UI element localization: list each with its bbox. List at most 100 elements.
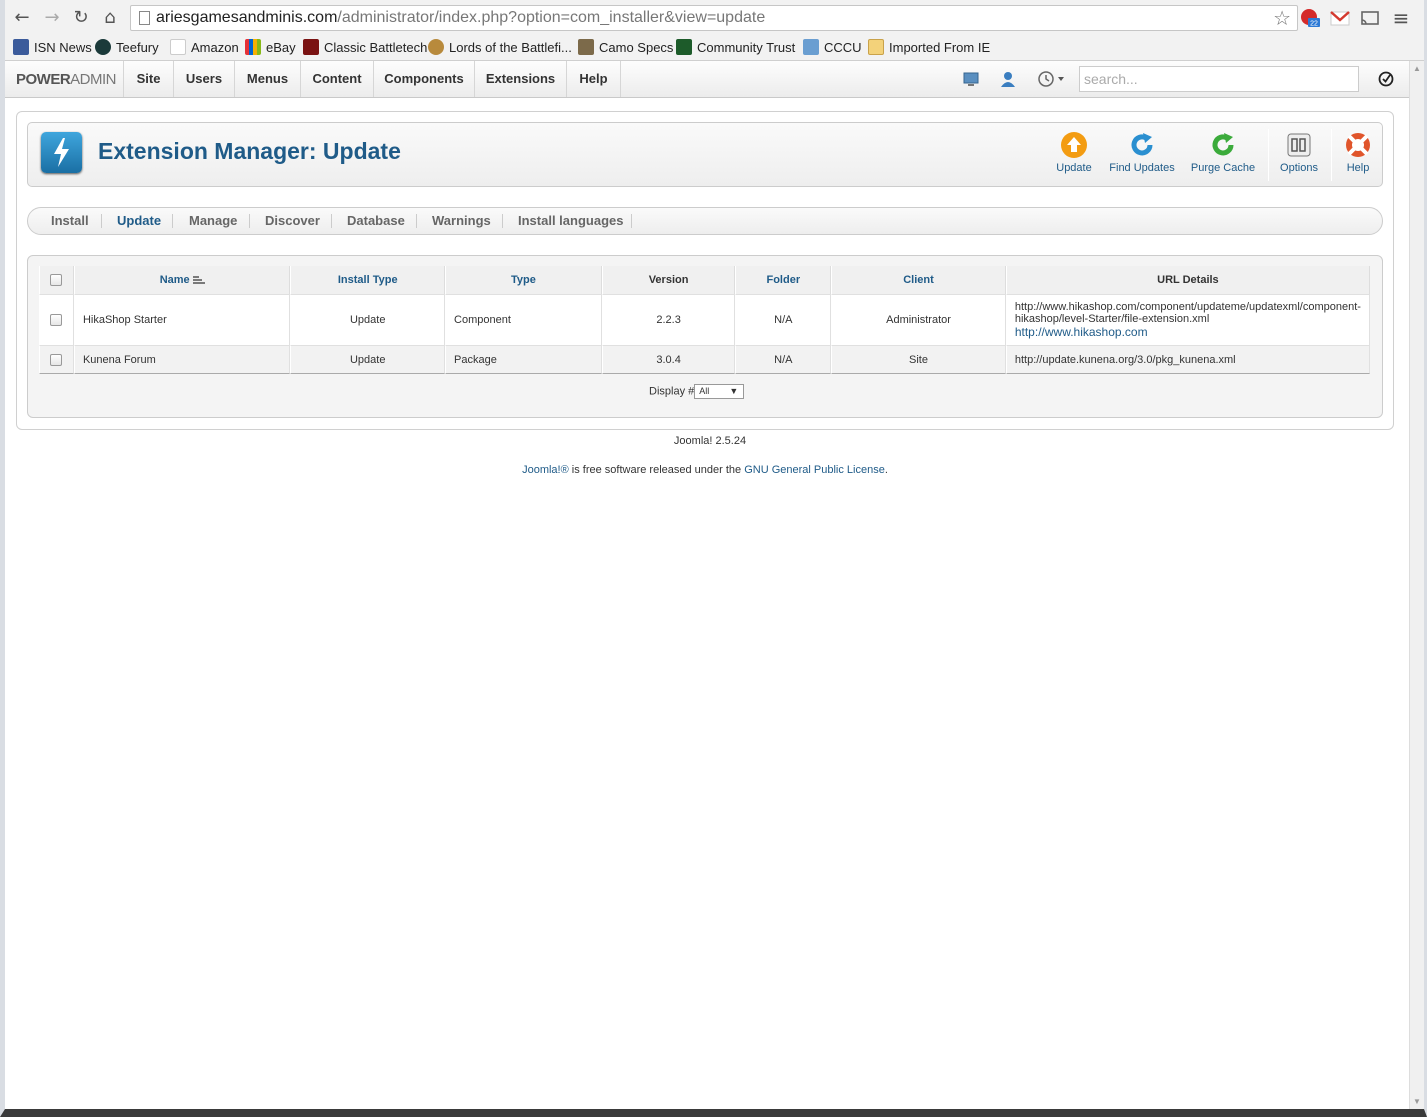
bookmark-star-icon[interactable]: ☆ xyxy=(1273,6,1291,30)
home-icon[interactable]: ⌂ xyxy=(99,7,121,29)
bookmark-ebay[interactable]: eBay xyxy=(245,38,296,58)
url-details: http://update.kunena.org/3.0/pkg_kunena.… xyxy=(1005,345,1370,374)
extension-type: Component xyxy=(445,294,602,345)
bookmark-lords-of-the-battlefield[interactable]: Lords of the Battlefi... xyxy=(428,38,572,58)
logout-power-icon[interactable] xyxy=(1377,70,1395,88)
forward-icon[interactable]: → xyxy=(41,7,63,29)
joomla-link[interactable]: Joomla!® xyxy=(522,464,569,476)
browser-menu-icon[interactable]: ≡ xyxy=(1390,7,1412,29)
history-clock-icon[interactable] xyxy=(1037,70,1067,88)
menu-content[interactable]: Content xyxy=(300,61,373,97)
extension-badge-icon[interactable]: 22 xyxy=(1300,8,1320,28)
help-button[interactable]: Help xyxy=(1340,131,1376,181)
menu-menus[interactable]: Menus xyxy=(234,61,300,97)
column-header-version[interactable]: Version xyxy=(601,266,736,294)
row-select-cell xyxy=(39,294,74,345)
brand-bold: POWER xyxy=(16,71,71,88)
display-label: Display # xyxy=(649,385,695,398)
bookmark-isn-news[interactable]: ISN News xyxy=(13,38,92,58)
update-arrow-icon xyxy=(1061,132,1087,158)
updates-table: Name Install Type Type Version Folder Cl… xyxy=(39,266,1370,374)
vertical-scrollbar[interactable]: ▲ ▼ xyxy=(1409,61,1424,1109)
update-button[interactable]: Update xyxy=(1051,131,1097,181)
column-header-client[interactable]: Client xyxy=(831,266,1006,294)
amazon-icon xyxy=(170,39,186,55)
bookmark-amazon[interactable]: Amazon xyxy=(170,38,239,58)
column-header-name[interactable]: Name xyxy=(73,266,291,294)
browser-toolbar: ← → ↻ ⌂ ariesgamesandminis.com/administr… xyxy=(5,0,1424,36)
client: Site xyxy=(831,345,1006,374)
bookmarks-bar: ISN News Teefury Amazon eBay Classic Bat… xyxy=(5,36,1424,61)
pagination-limit: Display # All ▼ xyxy=(649,384,745,399)
license-link[interactable]: GNU General Public License xyxy=(744,464,885,476)
user-icon[interactable] xyxy=(999,70,1017,88)
options-button[interactable]: Options xyxy=(1276,131,1322,181)
find-updates-button[interactable]: Find Updates xyxy=(1106,131,1178,181)
scroll-down-icon[interactable]: ▼ xyxy=(1413,1097,1421,1106)
info-url-link[interactable]: http://www.hikashop.com xyxy=(1015,325,1361,339)
tab-install[interactable]: Install xyxy=(51,208,89,234)
bookmark-cccu[interactable]: CCCU xyxy=(803,38,862,58)
search-input[interactable] xyxy=(1079,66,1359,92)
menu-site[interactable]: Site xyxy=(123,61,173,97)
bookmark-community-trust[interactable]: Community Trust xyxy=(676,38,795,58)
monitor-icon[interactable] xyxy=(962,70,980,88)
copyright-end: . xyxy=(884,464,888,476)
brand-light: ADMIN xyxy=(70,71,117,88)
install-type: Update xyxy=(290,345,446,374)
tab-update[interactable]: Update xyxy=(117,208,161,234)
reload-icon[interactable]: ↻ xyxy=(70,7,92,29)
menu-help[interactable]: Help xyxy=(566,61,621,97)
tab-warnings[interactable]: Warnings xyxy=(432,208,491,234)
client: Administrator xyxy=(831,294,1006,345)
scroll-up-icon[interactable]: ▲ xyxy=(1413,64,1421,73)
tab-install-languages[interactable]: Install languages xyxy=(518,208,623,234)
back-icon[interactable]: ← xyxy=(11,7,33,29)
bookmark-classic-battletech[interactable]: Classic Battletech xyxy=(303,38,427,58)
purge-cache-button[interactable]: Purge Cache xyxy=(1188,131,1258,181)
gmail-icon[interactable] xyxy=(1330,8,1350,28)
display-limit-value: All xyxy=(699,386,710,396)
bookmark-imported-from-ie[interactable]: Imported From IE xyxy=(868,38,990,58)
extension-manager-icon xyxy=(41,132,82,173)
column-header-install-type[interactable]: Install Type xyxy=(290,266,446,294)
tab-discover[interactable]: Discover xyxy=(265,208,320,234)
page-icon xyxy=(139,11,150,25)
menu-components[interactable]: Components xyxy=(373,61,474,97)
cccu-icon xyxy=(803,39,819,55)
chevron-down-icon: ▼ xyxy=(729,386,739,396)
tab-database[interactable]: Database xyxy=(347,208,405,234)
bookmark-label: eBay xyxy=(266,40,296,55)
column-header-folder[interactable]: Folder xyxy=(735,266,832,294)
menu-users[interactable]: Users xyxy=(173,61,234,97)
brand-logo: POWERADMIN xyxy=(16,71,117,88)
toolbar-separator xyxy=(1268,129,1269,181)
extension-name: HikaShop Starter xyxy=(73,294,291,345)
page-header: Extension Manager: Update Update Find Up… xyxy=(27,122,1383,187)
cast-icon[interactable] xyxy=(1360,8,1380,28)
row-checkbox[interactable] xyxy=(50,353,63,366)
isn-icon xyxy=(13,39,29,55)
display-limit-select[interactable]: All ▼ xyxy=(694,384,745,399)
address-bar[interactable]: ariesgamesandminis.com/administrator/ind… xyxy=(130,5,1298,31)
bookmark-teefury[interactable]: Teefury xyxy=(95,38,159,58)
menu-extensions[interactable]: Extensions xyxy=(474,61,566,97)
bookmark-camo-specs[interactable]: Camo Specs xyxy=(578,38,673,58)
options-label: Options xyxy=(1280,162,1318,174)
ebay-icon xyxy=(245,39,261,55)
sort-ascending-icon xyxy=(192,276,205,284)
find-updates-label: Find Updates xyxy=(1109,162,1175,174)
submenu-tabs: Install Update Manage Discover Database … xyxy=(27,207,1383,235)
install-type: Update xyxy=(290,294,446,345)
url-path: /administrator/index.php?option=com_inst… xyxy=(337,9,766,26)
select-all-checkbox[interactable] xyxy=(50,274,63,287)
row-select-cell xyxy=(39,345,74,374)
camo-icon xyxy=(578,39,594,55)
bookmark-label: Amazon xyxy=(191,40,239,55)
row-checkbox[interactable] xyxy=(50,314,63,327)
table-row: HikaShop Starter Update Component 2.2.3 … xyxy=(39,294,1370,345)
table-header-row: Name Install Type Type Version Folder Cl… xyxy=(39,266,1370,294)
tab-manage[interactable]: Manage xyxy=(189,208,237,234)
column-header-type[interactable]: Type xyxy=(445,266,602,294)
lifebuoy-icon xyxy=(1346,133,1370,157)
